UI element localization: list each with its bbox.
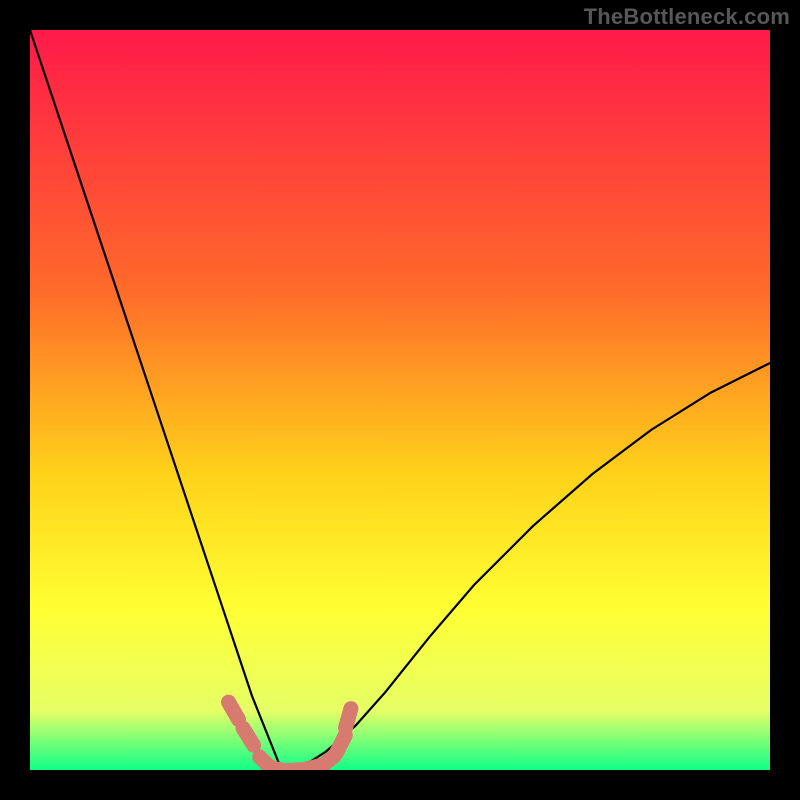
bottleneck-chart (30, 30, 770, 770)
trough-marker (346, 709, 351, 728)
trough-marker (229, 702, 239, 719)
trough-marker (243, 728, 254, 745)
chart-frame (30, 30, 770, 770)
watermark-text: TheBottleneck.com (584, 4, 790, 30)
gradient-background (30, 30, 770, 770)
trough-marker (336, 735, 345, 753)
